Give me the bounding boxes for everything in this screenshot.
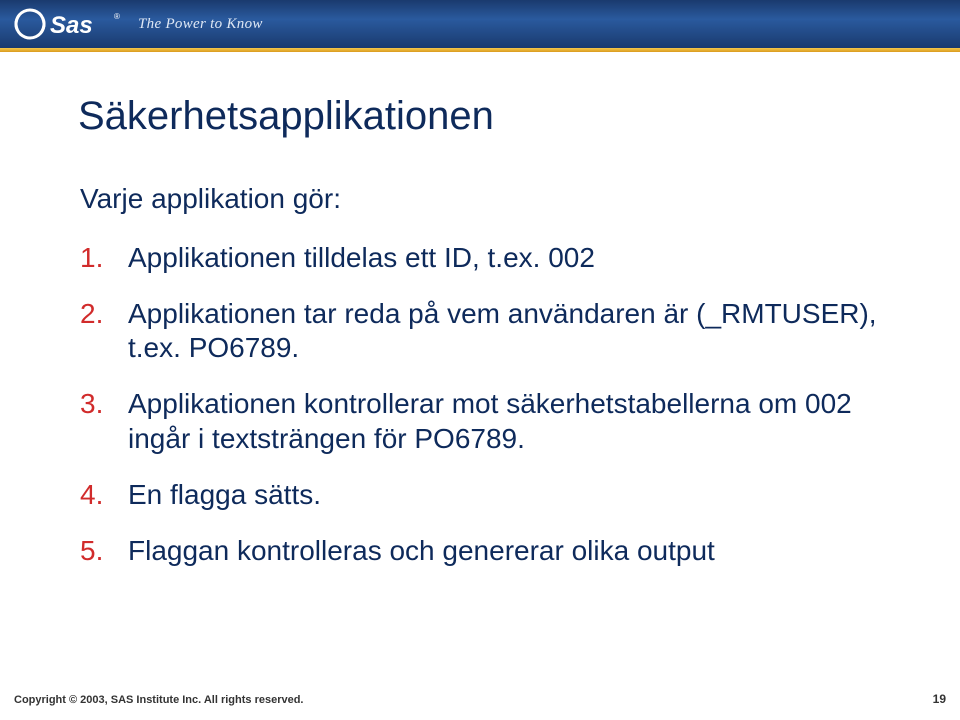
list-item: Applikationen tilldelas ett ID, t.ex. 00… [80, 241, 900, 275]
copyright: Copyright © 2003, SAS Institute Inc. All… [14, 694, 304, 706]
tagline: The Power to Know [138, 16, 263, 33]
numbered-list: Applikationen tilldelas ett ID, t.ex. 00… [78, 241, 900, 568]
svg-text:®: ® [114, 12, 120, 21]
footer: Copyright © 2003, SAS Institute Inc. All… [14, 692, 946, 706]
sas-logo-icon: Sas ® [14, 7, 124, 41]
header-bar: Sas ® The Power to Know [0, 0, 960, 48]
list-item: Applikationen kontrollerar mot säkerhets… [80, 387, 900, 455]
list-item: Applikationen tar reda på vem användaren… [80, 297, 900, 365]
slide-content: Säkerhetsapplikationen Varje applikation… [0, 52, 960, 568]
list-item: Flaggan kontrolleras och genererar olika… [80, 534, 900, 568]
page-number: 19 [933, 692, 946, 706]
lead-text: Varje applikation gör: [80, 183, 900, 215]
brand-wrap: Sas ® The Power to Know [14, 7, 263, 41]
list-item: En flagga sätts. [80, 478, 900, 512]
page-title: Säkerhetsapplikationen [78, 94, 900, 139]
svg-text:Sas: Sas [50, 12, 93, 39]
